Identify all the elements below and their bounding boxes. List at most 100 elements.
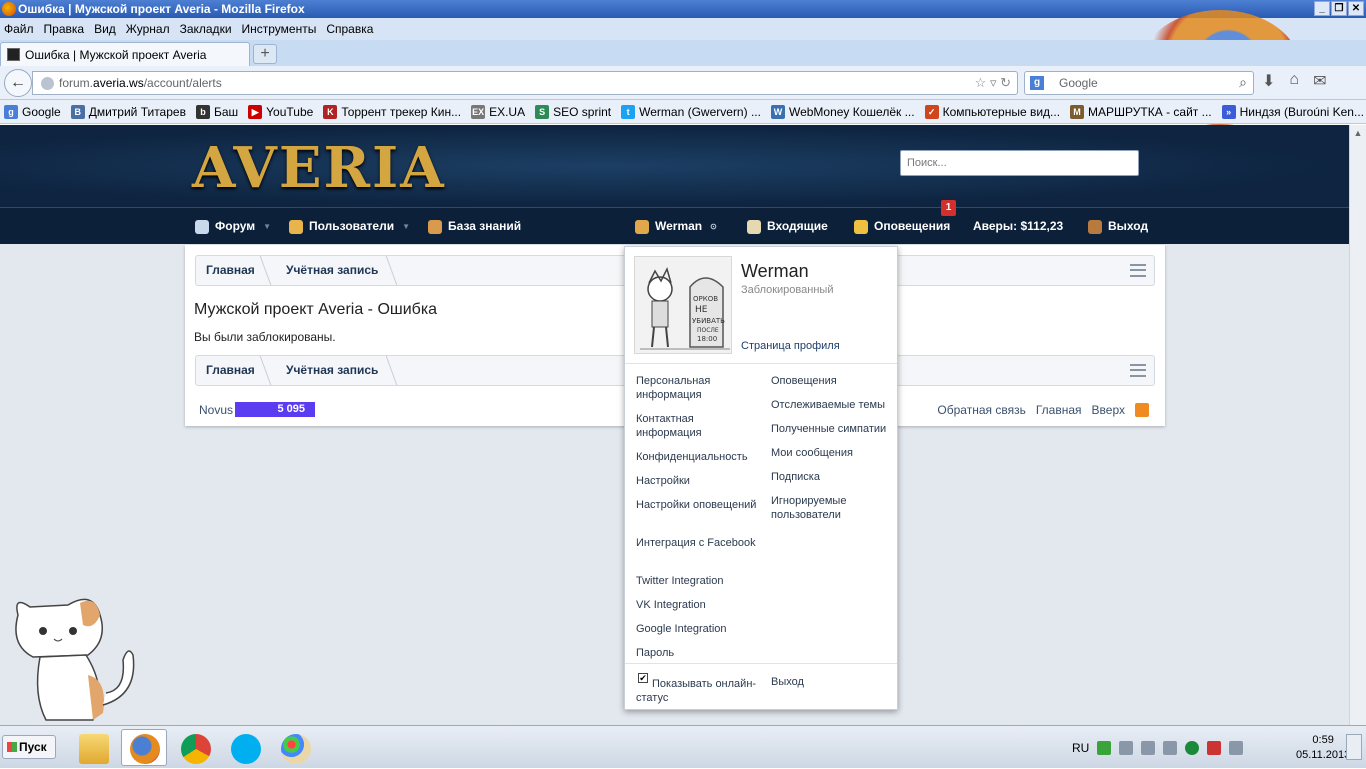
profile-link[interactable]: Страница профиля bbox=[741, 340, 840, 352]
bookmark-item[interactable]: W WebMoney Кошелёк ... bbox=[770, 104, 915, 119]
language-indicator[interactable]: RU bbox=[1072, 741, 1089, 755]
back-arrow-icon[interactable]: ← bbox=[4, 69, 32, 97]
top-link[interactable]: Вверх bbox=[1092, 403, 1125, 417]
nav-balance[interactable]: Аверы: $112,23 bbox=[973, 208, 1063, 245]
scroll-up-icon[interactable]: ▲ bbox=[1350, 125, 1366, 142]
menu-subscription[interactable]: Подписка bbox=[771, 470, 896, 484]
bookmark-item[interactable]: B Дмитрий Титарев bbox=[70, 104, 186, 119]
menu-likes-received[interactable]: Полученные симпатии bbox=[771, 422, 896, 436]
menu-tools[interactable]: Инструменты bbox=[242, 22, 317, 36]
search-icon[interactable]: ⌕ bbox=[1239, 74, 1247, 91]
bookmark-item[interactable]: b Баш bbox=[195, 104, 238, 119]
taskbar-skype[interactable] bbox=[222, 729, 268, 766]
menu-ignored-users[interactable]: Игнорируемые пользователи bbox=[771, 494, 896, 522]
breadcrumb-account[interactable]: Учётная запись bbox=[286, 256, 378, 285]
bookmark-item[interactable]: S SEO sprint bbox=[535, 104, 611, 119]
maximize-button[interactable]: ❐ bbox=[1331, 1, 1347, 16]
menu-facebook-integration[interactable]: Интеграция с Facebook bbox=[636, 536, 761, 550]
bookmark-item[interactable]: » Ниндзя (Buroúni Ken... bbox=[1221, 104, 1364, 119]
taskbar-paint[interactable] bbox=[272, 729, 318, 766]
show-desktop-button[interactable] bbox=[1346, 734, 1362, 760]
dropdown-arrow-icon[interactable]: ▿ bbox=[990, 75, 997, 90]
browser-search-input[interactable]: g Google ⌕ bbox=[1024, 71, 1254, 95]
google-icon[interactable]: g bbox=[1030, 76, 1044, 90]
visit-counter[interactable]: 5 095 bbox=[235, 402, 315, 417]
star-icon[interactable]: ☆ bbox=[975, 75, 987, 90]
avatar[interactable]: ОРКОВ НЕ УБИВАТЬ ПОСЛЕ 18:00 bbox=[634, 256, 732, 354]
site-logo[interactable]: AVERIA bbox=[192, 135, 446, 201]
taskbar-explorer[interactable] bbox=[70, 729, 116, 766]
nav-user-label: Werman bbox=[655, 219, 703, 233]
home-icon[interactable]: ⌂ bbox=[1289, 71, 1299, 91]
network-icon[interactable] bbox=[1119, 740, 1134, 755]
app-tray-icon[interactable] bbox=[1185, 740, 1200, 755]
new-tab-button[interactable]: + bbox=[253, 44, 277, 64]
nav-knowledge-base[interactable]: База знаний bbox=[428, 208, 521, 245]
menu-privacy[interactable]: Конфиденциальность bbox=[636, 450, 761, 464]
breadcrumb-account[interactable]: Учётная запись bbox=[286, 356, 378, 385]
clock[interactable]: 0:59 05.11.2013 bbox=[1296, 733, 1350, 763]
signal-icon[interactable] bbox=[1141, 740, 1156, 755]
bookmark-item[interactable]: ✓ Компьютерные вид... bbox=[924, 104, 1060, 119]
menu-help[interactable]: Справка bbox=[326, 22, 373, 36]
menu-history[interactable]: Журнал bbox=[126, 22, 170, 36]
menu-password[interactable]: Пароль bbox=[636, 646, 761, 660]
menu-settings[interactable]: Настройки bbox=[636, 474, 761, 488]
menu-icon[interactable] bbox=[1130, 264, 1146, 277]
nav-users[interactable]: Пользователи ▼ bbox=[289, 208, 410, 245]
menu-view[interactable]: Вид bbox=[94, 22, 116, 36]
menu-alerts[interactable]: Оповещения bbox=[771, 374, 896, 388]
menu-watched-threads[interactable]: Отслеживаемые темы bbox=[771, 398, 896, 412]
bookmark-item[interactable]: g Google bbox=[4, 104, 61, 119]
menu-google-integration[interactable]: Google Integration bbox=[636, 622, 761, 636]
power-icon[interactable] bbox=[1229, 740, 1244, 755]
nav-alerts[interactable]: Оповещения bbox=[854, 208, 950, 245]
shield-icon[interactable] bbox=[1097, 740, 1112, 755]
breadcrumb-home[interactable]: Главная bbox=[206, 356, 255, 385]
style-chooser-link[interactable]: Novus bbox=[199, 403, 233, 417]
download-icon[interactable]: ⬇ bbox=[1262, 71, 1275, 91]
tab-active[interactable]: Ошибка | Мужской проект Averia bbox=[0, 42, 250, 66]
site-search-input[interactable]: Поиск... bbox=[900, 150, 1139, 176]
firefox-icon bbox=[2, 2, 16, 16]
menu-twitter-integration[interactable]: Twitter Integration bbox=[636, 574, 761, 588]
vertical-scrollbar[interactable]: ▲ bbox=[1349, 125, 1366, 725]
nav-logout[interactable]: Выход bbox=[1088, 208, 1148, 245]
alerts-count-badge[interactable]: 1 bbox=[941, 200, 956, 216]
taskbar-firefox[interactable] bbox=[121, 729, 167, 766]
menu-bookmarks[interactable]: Закладки bbox=[180, 22, 232, 36]
bookmark-item[interactable]: K Торрент трекер Кин... bbox=[323, 104, 461, 119]
menu-edit[interactable]: Правка bbox=[44, 22, 85, 36]
menu-vk-integration[interactable]: VK Integration bbox=[636, 598, 761, 612]
online-status-label[interactable]: Показывать онлайн-статус bbox=[636, 677, 761, 705]
volume-icon[interactable] bbox=[1163, 740, 1178, 755]
close-button[interactable]: ✕ bbox=[1348, 1, 1364, 16]
taskbar-chrome[interactable] bbox=[172, 729, 218, 766]
bookmark-item[interactable]: t Werman (Gwervern) ... bbox=[621, 104, 761, 119]
nav-user-menu[interactable]: Werman ⊙ bbox=[635, 208, 717, 245]
breadcrumb-home[interactable]: Главная bbox=[206, 256, 255, 285]
bookmark-item[interactable]: ▶ YouTube bbox=[248, 104, 313, 119]
flag-icon[interactable] bbox=[1207, 740, 1222, 755]
minimize-button[interactable]: _ bbox=[1314, 1, 1330, 16]
firefox-icon bbox=[130, 734, 160, 764]
nav-forum[interactable]: Форум ▼ bbox=[195, 208, 271, 245]
home-link[interactable]: Главная bbox=[1036, 403, 1082, 417]
extension-icon[interactable]: ✉ bbox=[1313, 71, 1326, 91]
menu-file[interactable]: Файл bbox=[4, 22, 34, 36]
bookmark-item[interactable]: M МАРШРУТКА - сайт ... bbox=[1070, 104, 1212, 119]
menu-personal-info[interactable]: Персональная информация bbox=[636, 374, 761, 402]
menu-alert-settings[interactable]: Настройки оповещений bbox=[636, 498, 761, 512]
start-button[interactable]: Пуск bbox=[2, 735, 56, 759]
bookmark-item[interactable]: EX EX.UA bbox=[471, 104, 525, 119]
menu-logout[interactable]: Выход bbox=[771, 675, 896, 689]
menu-icon[interactable] bbox=[1130, 364, 1146, 377]
dropdown-username[interactable]: Werman bbox=[741, 261, 809, 282]
menu-contact-info[interactable]: Контактная информация bbox=[636, 412, 761, 440]
nav-inbox[interactable]: Входящие bbox=[747, 208, 828, 245]
feedback-link[interactable]: Обратная связь bbox=[937, 403, 1025, 417]
url-input[interactable]: forum.averia.ws/account/alerts ☆ ▿ ↻ bbox=[32, 71, 1018, 95]
reload-icon[interactable]: ↻ bbox=[1000, 75, 1011, 90]
rss-icon[interactable] bbox=[1135, 403, 1149, 417]
menu-my-messages[interactable]: Мои сообщения bbox=[771, 446, 896, 460]
